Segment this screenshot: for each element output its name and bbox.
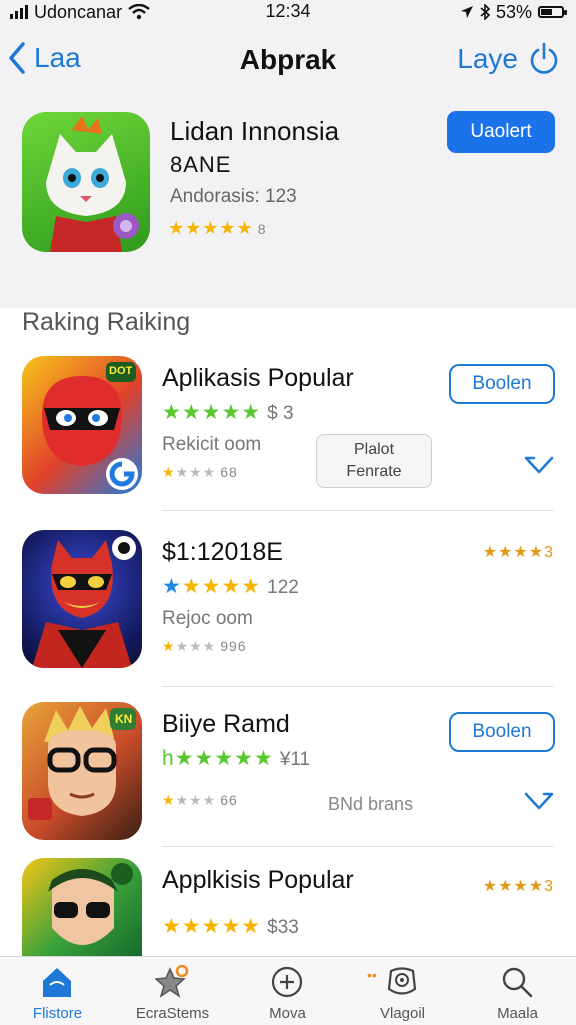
bluetooth-icon: [480, 4, 490, 20]
featured-app-rating: ★★★★★ 8: [168, 218, 266, 239]
hero-character-icon: [32, 536, 136, 668]
divider: [162, 846, 554, 847]
first-star: ★: [162, 575, 182, 598]
small-rating-num: 68: [220, 464, 238, 480]
dots-icon: ••: [367, 967, 377, 983]
tab-label: Flistore: [32, 1005, 83, 1022]
battery-icon: [538, 6, 567, 18]
small-rating: ★★★★ 68: [162, 464, 238, 481]
section-title: Raking Raiking: [22, 308, 191, 336]
hero-character-icon: [48, 863, 133, 945]
secondary-button-line1: Plalot: [353, 441, 395, 458]
app-badge: DOT: [109, 365, 133, 377]
small-stars-filled: ★: [162, 792, 176, 808]
app-name[interactable]: Applkisis Popular: [162, 866, 354, 895]
small-rating-num: 66: [220, 792, 238, 808]
chevron-down-icon[interactable]: [524, 792, 554, 812]
get-button[interactable]: Boolen: [449, 712, 555, 752]
rating-count: $ 3: [267, 403, 294, 424]
star-rating: ★★★★★: [174, 747, 274, 770]
tab-stems[interactable]: EcraStems: [115, 957, 230, 1025]
tab-store[interactable]: Flistore: [0, 957, 115, 1025]
star-rating: ★★★★★: [162, 915, 262, 938]
tab-label: Mova: [269, 1005, 306, 1022]
chevron-down-icon[interactable]: [524, 456, 554, 476]
rating-count: ¥11: [279, 749, 311, 770]
app-icon[interactable]: KN: [22, 702, 142, 840]
featured-app-subtitle: 8ANE: [170, 152, 232, 177]
app-icon[interactable]: DOT: [22, 356, 142, 494]
search-icon: [502, 967, 533, 998]
tab-label: Vlagoil: [379, 1005, 426, 1022]
app-rating: ★★★★★ 122: [162, 574, 299, 599]
store-icon: [43, 968, 71, 997]
app-icon[interactable]: [22, 858, 142, 956]
small-stars-filled: ★: [162, 464, 176, 480]
app-developer: BNd brans: [328, 794, 414, 814]
tab-bar: Flistore EcraStems Mova •• Vlagoil Maala: [0, 956, 576, 1025]
app-name[interactable]: Aplikasis Popular: [162, 364, 354, 393]
small-rating-num: 996: [220, 638, 247, 654]
divider: [162, 510, 554, 511]
small-stars-empty: ★★★: [175, 464, 217, 480]
list-item[interactable]: KN Biiye Ramd h★★★★★ ¥11 ★★★★ 66 BNd brans…: [0, 702, 576, 852]
hero-character-icon: [46, 116, 139, 252]
rating-count: 122: [267, 577, 299, 598]
get-button[interactable]: Boolen: [449, 364, 555, 404]
app-rating: ★★★★★ $ 3: [162, 400, 294, 425]
small-rating: ★★★★ 996: [162, 638, 247, 655]
rating-prefix: h: [162, 747, 175, 770]
tab-label: Maala: [497, 1005, 538, 1022]
small-stars-empty: ★★★: [175, 638, 217, 654]
secondary-button-line2: Fenrate: [346, 463, 402, 480]
rating-summary: ★★★★3: [482, 878, 554, 895]
app-rating: h★★★★★ ¥11: [162, 746, 310, 771]
star-rating: ★★★★★: [168, 218, 254, 238]
nav-right-label: Laye: [457, 43, 518, 74]
location-icon: [460, 6, 473, 18]
app-name[interactable]: $1:12018E: [162, 538, 283, 567]
featured-get-button[interactable]: Uaolert: [447, 111, 555, 153]
app-badge: KN: [115, 712, 133, 726]
star-rating: ★★★★: [181, 575, 262, 598]
star-rating: ★★★★★: [162, 401, 262, 424]
list-item[interactable]: DOT Aplikasis Popular ★★★★★ $ 3 Rekicit o…: [0, 356, 576, 506]
small-stars-filled: ★: [162, 638, 176, 654]
small-stars-empty: ★★★: [175, 792, 217, 808]
featured-app-icon[interactable]: [22, 112, 150, 252]
rating-note: 8: [257, 221, 267, 237]
tab-vlagoil[interactable]: •• Vlagoil: [345, 957, 460, 1025]
tab-label: EcraStems: [135, 1005, 210, 1022]
tab-search[interactable]: Maala: [460, 957, 575, 1025]
status-right: 53%: [460, 0, 567, 24]
tab-mova[interactable]: Mova: [230, 957, 345, 1025]
nav-right-button[interactable]: Laye: [457, 42, 560, 76]
rating-count: $33: [267, 917, 299, 938]
app-icon[interactable]: [22, 530, 142, 668]
compass-icon: [387, 967, 417, 995]
app-name[interactable]: Biiye Ramd: [162, 710, 290, 739]
app-meta: Rekicit oom: [162, 434, 262, 455]
app-meta: Rejoc oom: [162, 608, 253, 629]
refresh-icon: [530, 42, 558, 74]
status-bar: Udoncanar 12:34 53%: [0, 0, 576, 24]
secondary-button[interactable]: Plalot Fenrate: [316, 434, 432, 488]
plus-circle-icon: [271, 966, 303, 998]
divider: [162, 686, 554, 687]
star-icon: [155, 965, 189, 998]
featured-app-title[interactable]: Lidan Innonsia: [170, 116, 339, 147]
app-rating: ★★★★★ $33: [162, 914, 299, 939]
list-item[interactable]: $1:12018E ★★★★★ 122 Rejoc oom ★★★★ 996 ★★★…: [0, 530, 576, 680]
rating-summary: ★★★★3: [482, 544, 554, 561]
battery-percent: 53%: [495, 1, 532, 22]
featured-app-meta: Andorasis: 123: [170, 186, 297, 207]
battery-fill: [541, 9, 552, 15]
small-rating: ★★★★ 66: [162, 792, 238, 809]
